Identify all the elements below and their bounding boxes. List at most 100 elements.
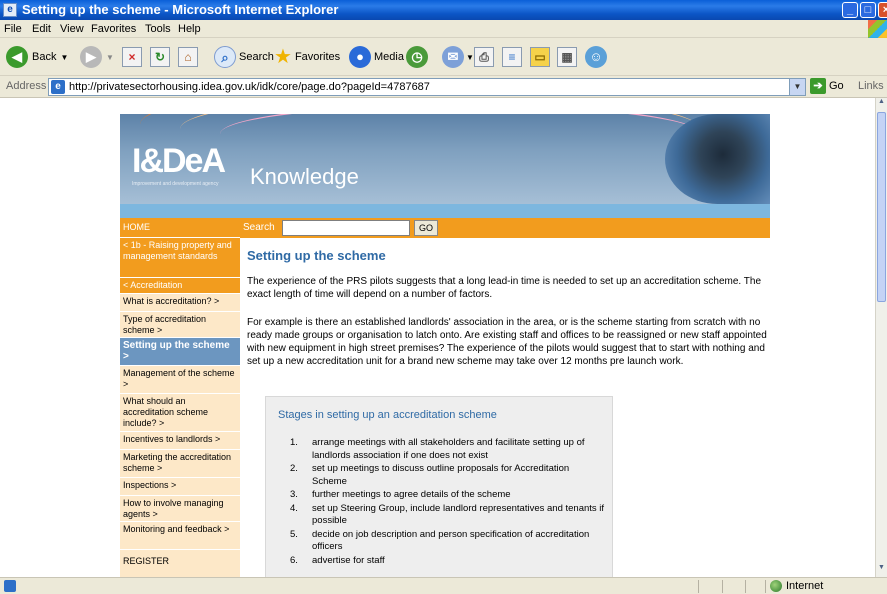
media-label: Media	[374, 51, 404, 63]
edit-button[interactable]: ≡	[502, 46, 522, 68]
go-button[interactable]: ➔ Go	[810, 78, 844, 94]
menu-favorites[interactable]: Favorites	[91, 23, 136, 35]
stage-text: further meetings to agree details of the…	[312, 489, 511, 500]
search-button[interactable]: ⌕ Search	[214, 46, 274, 68]
nav-inspections[interactable]: Inspections >	[120, 478, 240, 496]
minimize-button[interactable]: _	[842, 2, 858, 18]
idea-logo[interactable]: I&DeA	[132, 142, 226, 181]
stage-number: 2.	[290, 463, 298, 474]
nav-management-of-scheme[interactable]: Management of the scheme >	[120, 366, 240, 394]
refresh-button[interactable]: ↻	[150, 46, 170, 68]
search-label-text: Search	[243, 222, 275, 233]
menu-help[interactable]: Help	[178, 23, 201, 35]
menu-bar: File Edit View Favorites Tools Help	[0, 20, 887, 38]
nav-raising-standards[interactable]: < 1b - Raising property and management s…	[120, 238, 240, 278]
maximize-button[interactable]: □	[860, 2, 876, 18]
browser-window: e Setting up the scheme - Microsoft Inte…	[0, 0, 887, 594]
binoculars-photo	[665, 114, 770, 204]
mail-dropdown-icon[interactable]: ▼	[466, 53, 474, 62]
nav-marketing[interactable]: Marketing the accreditation scheme >	[120, 450, 240, 478]
stage-number: 6.	[290, 554, 298, 566]
menu-file[interactable]: File	[4, 23, 22, 35]
mail-button[interactable]: ✉ ▼	[442, 46, 474, 68]
back-dropdown-icon[interactable]: ▼	[60, 53, 68, 62]
nav-accreditation[interactable]: < Accreditation	[120, 278, 240, 294]
status-separator	[745, 580, 746, 593]
discuss-button[interactable]: ▭	[530, 46, 550, 68]
forward-arrow-icon: ▶	[80, 46, 102, 68]
research-button[interactable]: ▦	[557, 46, 577, 68]
printer-icon: ⎙	[474, 47, 494, 67]
stages-title: Stages in setting up an accreditation sc…	[278, 409, 497, 421]
media-button[interactable]: ● Media	[349, 46, 404, 68]
stage-text: decide on job description and person spe…	[312, 528, 590, 553]
history-button[interactable]: ◷	[406, 46, 428, 68]
stage-item: 2. set up meetings to discuss outline pro…	[266, 463, 606, 488]
messenger-icon: ☺	[585, 46, 607, 68]
status-separator	[765, 580, 766, 593]
title-bar: e Setting up the scheme - Microsoft Inte…	[0, 0, 887, 20]
nav-register[interactable]: REGISTER	[120, 554, 240, 577]
stages-list: 1. arrange meetings with all stakeholders…	[266, 437, 606, 568]
mail-icon: ✉	[442, 46, 464, 68]
site-search-input[interactable]	[282, 220, 410, 236]
go-label: Go	[829, 80, 844, 92]
status-separator	[698, 580, 699, 593]
nav-home[interactable]: HOME	[120, 218, 240, 238]
forward-dropdown-icon[interactable]: ▼	[106, 53, 114, 62]
address-input[interactable]: e http://privatesectorhousing.idea.gov.u…	[48, 78, 806, 96]
site-search-go-button[interactable]: GO	[414, 220, 438, 236]
links-label[interactable]: Links	[858, 80, 884, 92]
print-button[interactable]: ⎙	[474, 46, 494, 68]
stop-icon: ×	[122, 47, 142, 67]
site-search-bar: Search GO	[240, 218, 770, 238]
nav-incentives[interactable]: Incentives to landlords >	[120, 432, 240, 450]
stage-text: advertise for staff	[312, 554, 385, 566]
go-arrow-icon: ➔	[810, 78, 826, 94]
nav-what-is-accreditation[interactable]: What is accreditation? >	[120, 294, 240, 312]
back-button[interactable]: ◀ Back ▼	[6, 46, 68, 68]
menu-edit[interactable]: Edit	[32, 23, 51, 35]
messenger-button[interactable]: ☺	[585, 46, 607, 68]
security-zone: Internet	[770, 580, 823, 592]
scroll-down-icon[interactable]: ▼	[876, 564, 887, 576]
scroll-up-icon[interactable]: ▲	[876, 98, 887, 110]
stage-number: 5.	[290, 528, 298, 540]
nav-managing-agents[interactable]: How to involve managing agents >	[120, 496, 240, 522]
banner-title: Knowledge	[250, 164, 359, 189]
stage-text: set up meetings to discuss outline propo…	[312, 463, 570, 487]
search-label: Search	[239, 51, 274, 63]
scrollbar-thumb[interactable]	[877, 112, 886, 302]
back-arrow-icon: ◀	[6, 46, 28, 68]
vertical-scrollbar[interactable]: ▲ ▼	[875, 98, 887, 577]
intro-paragraph: The experience of the PRS pilots suggest…	[247, 276, 762, 300]
menu-view[interactable]: View	[60, 23, 84, 35]
zone-label: Internet	[786, 580, 824, 592]
address-label: Address	[6, 80, 47, 92]
home-button[interactable]: ⌂	[178, 46, 198, 68]
history-icon: ◷	[406, 46, 428, 68]
nav-type-of-scheme[interactable]: Type of accreditation scheme >	[120, 312, 240, 338]
favorites-button[interactable]: ★ Favorites	[274, 46, 340, 68]
research-icon: ▦	[557, 47, 577, 67]
example-paragraph: For example is there an established land…	[247, 317, 767, 367]
stage-number: 4.	[290, 502, 298, 514]
back-label: Back	[32, 51, 57, 63]
status-separator	[722, 580, 723, 593]
ie-window-icon: e	[3, 3, 17, 17]
address-dropdown-icon[interactable]: ▼	[789, 79, 805, 95]
address-url[interactable]: http://privatesectorhousing.idea.gov.uk/…	[69, 81, 430, 93]
stop-button[interactable]: ×	[122, 46, 142, 68]
nav-monitoring-feedback[interactable]: Monitoring and feedback >	[120, 522, 240, 550]
stage-number: 1.	[290, 437, 298, 448]
folder-icon: ▭	[530, 47, 550, 67]
star-icon: ★	[274, 46, 292, 68]
close-button[interactable]: ×	[878, 2, 887, 18]
nav-setting-up-scheme[interactable]: Setting up the scheme >	[120, 338, 240, 366]
windows-logo-icon	[868, 20, 887, 38]
menu-tools[interactable]: Tools	[145, 23, 171, 35]
address-bar: Address e http://privatesectorhousing.id…	[0, 76, 887, 98]
nav-what-should-scheme-include[interactable]: What should an accreditation scheme incl…	[120, 394, 240, 432]
forward-button[interactable]: ▶ ▼	[80, 46, 114, 68]
home-icon: ⌂	[178, 47, 198, 67]
